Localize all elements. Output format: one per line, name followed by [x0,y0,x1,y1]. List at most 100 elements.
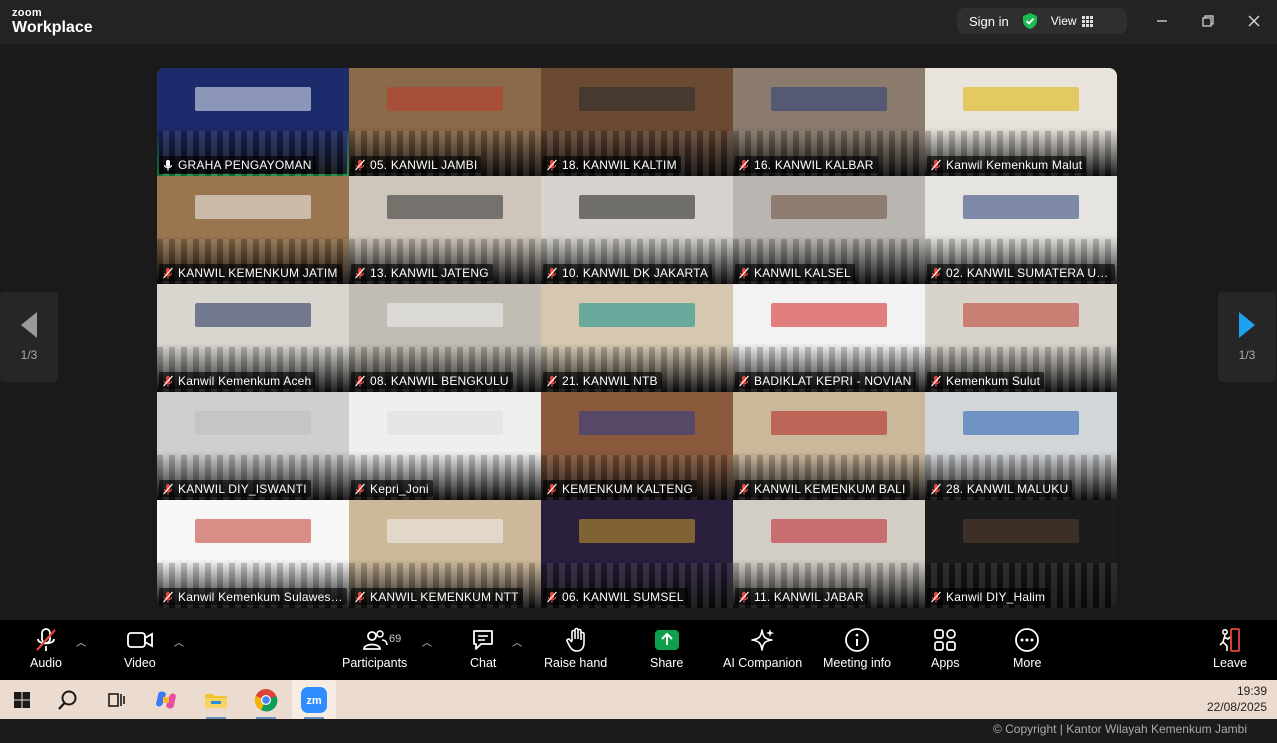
participant-name-tag: KANWIL KEMENKUM BALI [735,480,910,497]
mic-muted-icon [163,483,173,494]
audio-options-caret-icon[interactable]: ︿ [76,634,86,649]
participant-tile[interactable]: 13. KANWIL JATENG [349,176,541,284]
file-explorer-icon[interactable] [194,680,238,719]
participant-name-tag: Kanwil Kemenkum Aceh [159,372,316,389]
mic-muted-icon [931,159,941,170]
share-button[interactable]: Share [650,626,683,670]
share-label: Share [650,656,684,670]
leave-button[interactable]: Leave [1213,626,1247,670]
participant-name-tag: KANWIL KEMENKUM NTT [351,588,523,605]
scene-backdrop [579,195,695,220]
participant-name-tag: 06. KANWIL SUMSEL [543,588,688,605]
more-label: More [1013,656,1042,670]
shield-check-icon[interactable] [1021,12,1039,30]
close-icon[interactable] [1243,10,1265,32]
chat-button[interactable]: Chat [470,626,496,670]
scene-backdrop [387,195,503,220]
more-button[interactable]: More [1013,626,1041,670]
participant-name-tag: 08. KANWIL BENGKULU [351,372,513,389]
apps-button[interactable]: Apps [931,626,960,670]
scene-backdrop [579,519,695,544]
apps-icon [932,626,958,654]
participant-tile[interactable]: KANWIL KALSEL [733,176,925,284]
windows-start-icon[interactable] [0,680,44,719]
chevron-left-icon [21,312,37,338]
participant-tile[interactable]: 05. KANWIL JAMBI [349,68,541,176]
participant-tile[interactable]: KANWIL KEMENKUM NTT [349,500,541,608]
participant-name-tag: KANWIL KEMENKUM JATIM [159,264,342,281]
mic-muted-icon [739,375,749,386]
participant-tile[interactable]: BADIKLAT KEPRI - NOVIAN [733,284,925,392]
participant-tile[interactable]: Kepri_Joni [349,392,541,500]
zoom-taskbar-icon[interactable]: zm [292,680,336,719]
view-button[interactable]: View [1051,14,1093,28]
participant-tile[interactable]: 28. KANWIL MALUKU [925,392,1117,500]
meeting-info-label: Meeting info [823,656,892,670]
mic-muted-icon [355,591,365,602]
participant-tile[interactable]: Kanwil Kemenkum Malut [925,68,1117,176]
scene-backdrop [771,195,887,220]
chat-label: Chat [470,656,497,670]
participant-name: Kemenkum Sulut [946,373,1041,388]
participants-icon [362,626,388,654]
system-clock[interactable]: 19:39 22/08/2025 [1207,683,1267,715]
participants-options-caret-icon[interactable]: ︿ [422,634,432,649]
chrome-icon[interactable] [244,680,288,719]
copilot-icon[interactable] [144,680,188,719]
participant-tile[interactable]: 21. KANWIL NTB [541,284,733,392]
raise-hand-button[interactable]: Raise hand [544,626,607,670]
participant-name-tag: Kemenkum Sulut [927,372,1045,389]
scene-backdrop [195,411,311,436]
scene-backdrop [963,87,1079,112]
participant-tile[interactable]: 18. KANWIL KALTIM [541,68,733,176]
participant-tile[interactable]: KANWIL DIY_ISWANTI [157,392,349,500]
participant-name: 06. KANWIL SUMSEL [562,589,684,604]
previous-page-button[interactable]: 1/3 [0,292,58,382]
participant-tile[interactable]: 06. KANWIL SUMSEL [541,500,733,608]
windows-taskbar: zm 19:39 22/08/2025 [0,680,1277,719]
participant-tile[interactable]: 08. KANWIL BENGKULU [349,284,541,392]
ai-companion-button[interactable]: AI Companion [723,626,802,670]
restore-icon[interactable] [1197,10,1219,32]
participant-name: Kanwil Kemenkum Malut [946,157,1083,172]
participant-tile[interactable]: 16. KANWIL KALBAR [733,68,925,176]
participant-tile[interactable]: KANWIL KEMENKUM JATIM [157,176,349,284]
task-view-icon[interactable] [94,680,138,719]
participants-count: 69 [389,633,402,645]
participant-name: 28. KANWIL MALUKU [946,481,1069,496]
microphone-muted-icon [34,626,58,654]
mic-muted-icon [163,591,173,602]
participant-name: KEMENKUM KALTENG [562,481,693,496]
participant-tile[interactable]: 11. KANWIL JABAR [733,500,925,608]
video-options-caret-icon[interactable]: ︿ [174,634,184,649]
scene-backdrop [195,303,311,328]
scene-backdrop [387,87,503,112]
participant-tile[interactable]: KEMENKUM KALTENG [541,392,733,500]
participant-name: 08. KANWIL BENGKULU [370,373,509,388]
participant-tile[interactable]: 02. KANWIL SUMATERA UTARA [925,176,1117,284]
participant-tile[interactable]: Kanwil Kemenkum Aceh [157,284,349,392]
participant-tile[interactable]: Kemenkum Sulut [925,284,1117,392]
meeting-info-button[interactable]: Meeting info [823,626,891,670]
chat-options-caret-icon[interactable]: ︿ [512,634,522,649]
participant-name-tag: 16. KANWIL KALBAR [735,156,878,173]
participant-tile[interactable]: 10. KANWIL DK JAKARTA [541,176,733,284]
sign-in-button[interactable]: Sign in [969,14,1009,29]
audio-button[interactable]: Audio [30,626,62,670]
participant-name-tag: 11. KANWIL JABAR [735,588,868,605]
mic-muted-icon [355,483,365,494]
participant-tile[interactable]: Kanwil Kemenkum Sulawesi... [157,500,349,608]
minimize-icon[interactable] [1151,10,1173,32]
participant-tile[interactable]: KANWIL KEMENKUM BALI [733,392,925,500]
participant-tile[interactable]: GRAHA PENGAYOMAN [157,68,349,176]
video-button[interactable]: Video [124,626,156,670]
leave-label: Leave [1213,656,1248,670]
sparkle-icon [750,626,776,654]
mic-muted-icon [547,483,557,494]
next-page-button[interactable]: 1/3 [1218,292,1276,382]
title-bar: zoom Workplace Sign in View [0,0,1277,44]
mic-muted-icon [163,375,173,386]
participant-tile[interactable]: Kanwil DIY_Halim [925,500,1117,608]
more-dots-icon [1014,626,1040,654]
search-icon[interactable] [46,680,90,719]
